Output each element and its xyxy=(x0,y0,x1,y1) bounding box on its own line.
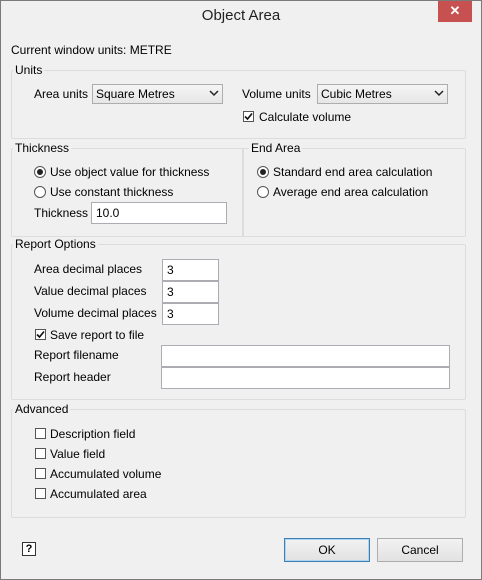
value-decimal-places-input[interactable]: 3 xyxy=(162,281,219,303)
volume-decimal-places-label: Volume decimal places xyxy=(34,306,157,320)
value-field-label: Value field xyxy=(50,447,106,461)
save-report-checkbox[interactable] xyxy=(35,329,46,340)
close-icon: ✕ xyxy=(449,3,461,18)
calculate-volume-label: Calculate volume xyxy=(259,110,352,124)
report-header-label: Report header xyxy=(34,370,111,384)
thickness-input-value: 10.0 xyxy=(96,206,120,220)
standard-end-area-label: Standard end area calculation xyxy=(273,165,433,179)
thickness-group-label: Thickness xyxy=(13,141,72,155)
calculate-volume-checkbox[interactable] xyxy=(243,111,254,122)
cancel-button[interactable]: Cancel xyxy=(377,538,463,562)
check-icon xyxy=(244,112,253,121)
object-area-dialog: Object Area ✕ Current window units: METR… xyxy=(0,0,482,580)
area-units-value: Square Metres xyxy=(96,87,175,101)
value-dp-value: 3 xyxy=(167,285,174,299)
advanced-group xyxy=(11,409,466,518)
thickness-input[interactable]: 10.0 xyxy=(91,202,227,224)
end-area-group-label: End Area xyxy=(249,141,303,155)
area-units-label: Area units xyxy=(34,87,89,101)
value-decimal-places-label: Value decimal places xyxy=(34,284,147,298)
average-end-area-radio[interactable] xyxy=(257,186,269,198)
area-decimal-places-label: Area decimal places xyxy=(34,262,143,276)
standard-end-area-radio[interactable] xyxy=(257,166,269,178)
report-header-input[interactable] xyxy=(161,367,450,389)
average-end-area-label: Average end area calculation xyxy=(273,185,429,199)
report-filename-input[interactable] xyxy=(161,345,450,367)
help-icon[interactable]: ? xyxy=(22,542,36,556)
volume-units-dropdown[interactable]: Cubic Metres xyxy=(317,84,448,104)
ok-button[interactable]: OK xyxy=(284,538,370,562)
volume-units-value: Cubic Metres xyxy=(321,87,392,101)
area-decimal-places-input[interactable]: 3 xyxy=(162,259,219,281)
units-group-label: Units xyxy=(13,63,45,77)
accumulated-volume-label: Accumulated volume xyxy=(50,467,162,481)
description-field-label: Description field xyxy=(50,427,136,441)
use-object-value-radio[interactable] xyxy=(34,166,46,178)
dialog-body: Current window units: METRE Units Area u… xyxy=(9,32,473,571)
units-group xyxy=(11,70,466,139)
accumulated-volume-checkbox[interactable] xyxy=(35,468,46,479)
save-report-label: Save report to file xyxy=(50,328,145,342)
use-constant-thickness-radio[interactable] xyxy=(34,186,46,198)
use-object-value-label: Use object value for thickness xyxy=(50,165,210,179)
radio-selected-dot xyxy=(37,169,43,175)
window-title: Object Area xyxy=(201,7,281,24)
accumulated-area-checkbox[interactable] xyxy=(35,488,46,499)
description-field-checkbox[interactable] xyxy=(35,428,46,439)
chevron-down-icon xyxy=(434,90,444,97)
report-options-group-label: Report Options xyxy=(13,237,98,251)
volume-dp-value: 3 xyxy=(167,307,174,321)
volume-units-label: Volume units xyxy=(242,87,311,101)
current-units-label: Current window units: METRE xyxy=(11,43,172,57)
check-icon xyxy=(36,330,45,339)
title-bar[interactable]: Object Area ✕ xyxy=(1,1,481,32)
accumulated-area-label: Accumulated area xyxy=(50,487,147,501)
use-constant-thickness-label: Use constant thickness xyxy=(50,185,174,199)
close-button[interactable]: ✕ xyxy=(438,1,472,22)
advanced-group-label: Advanced xyxy=(13,402,71,416)
thickness-field-label: Thickness xyxy=(34,206,89,220)
value-field-checkbox[interactable] xyxy=(35,448,46,459)
radio-selected-dot xyxy=(260,169,266,175)
chevron-down-icon xyxy=(209,90,219,97)
area-dp-value: 3 xyxy=(167,263,174,277)
report-filename-label: Report filename xyxy=(34,348,119,362)
area-units-dropdown[interactable]: Square Metres xyxy=(92,84,223,104)
volume-decimal-places-input[interactable]: 3 xyxy=(162,303,219,325)
